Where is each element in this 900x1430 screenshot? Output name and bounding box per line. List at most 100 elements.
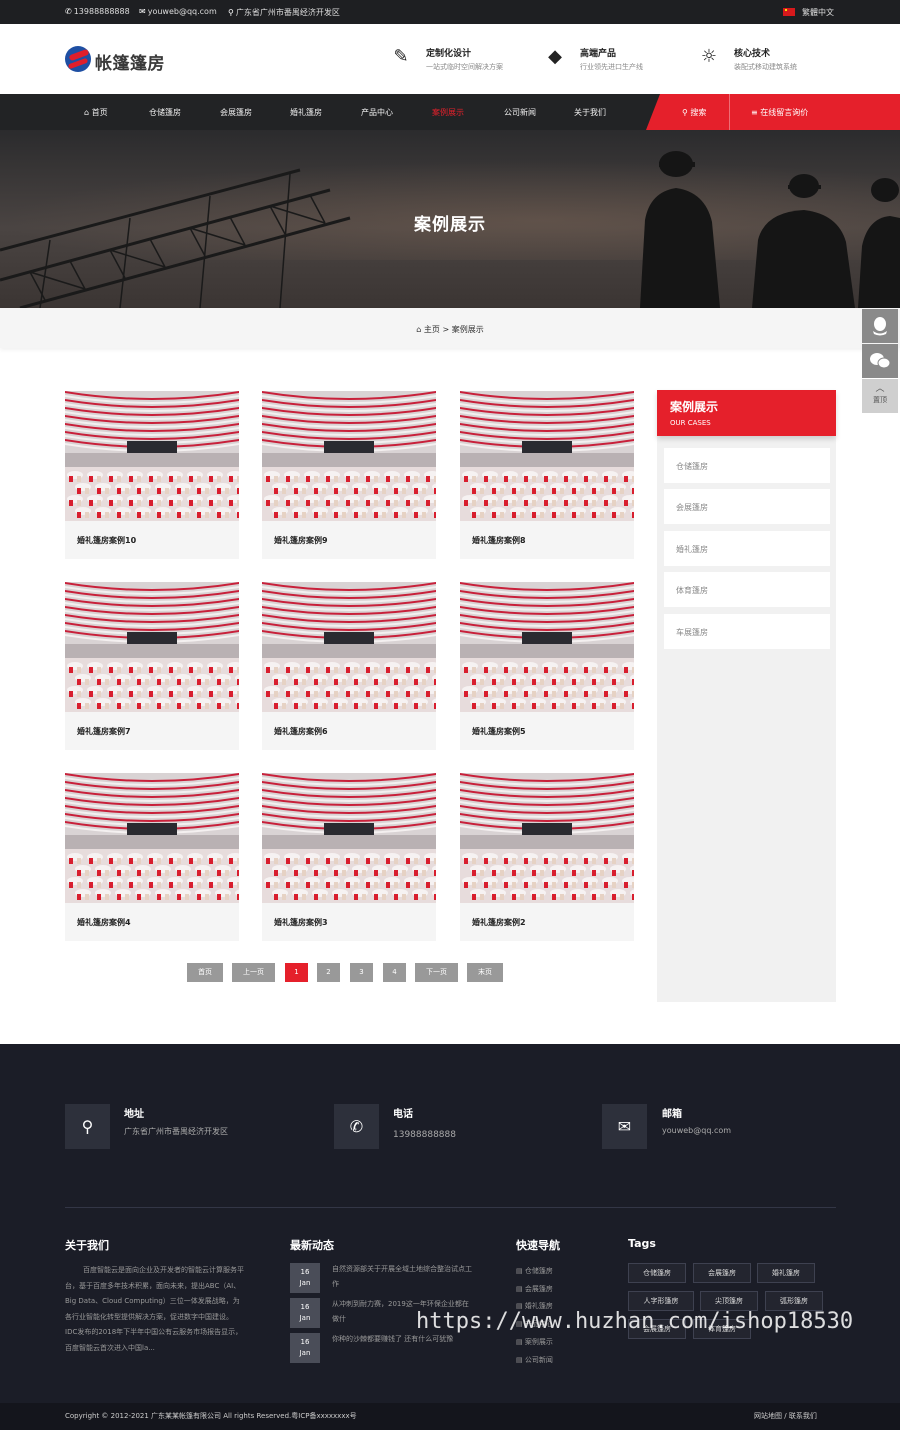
nav-item-wedding[interactable]: 婚礼篷房 xyxy=(290,107,322,118)
nav-item-exhibition[interactable]: 会展篷房 xyxy=(220,107,252,118)
nav-item-warehouse[interactable]: 仓储篷房 xyxy=(149,107,181,118)
diamond-icon: ◆ xyxy=(548,46,562,67)
logo-text[interactable]: 帐篷篷房 xyxy=(95,49,165,74)
case-image[interactable] xyxy=(262,391,436,521)
lightbulb-icon: ☼ xyxy=(700,46,718,67)
footer-phone-title: 电话 xyxy=(393,1109,413,1120)
home-icon: ⌂ xyxy=(84,108,92,117)
case-title[interactable]: 婚礼篷房案例6 xyxy=(274,726,328,737)
case-image[interactable] xyxy=(460,773,634,903)
topbar-address: ⚲ 广东省广州市番禺经济开发区 xyxy=(228,8,340,17)
search-button[interactable]: ⚲ 搜索 xyxy=(682,107,706,118)
case-card[interactable]: 婚礼篷房案例4 xyxy=(65,773,239,941)
quick-nav-item[interactable]: ▤ 案例展示 xyxy=(516,1337,553,1347)
breadcrumb-home[interactable]: 主页 xyxy=(424,325,440,334)
case-title[interactable]: 婚礼篷房案例4 xyxy=(77,917,131,928)
case-image[interactable] xyxy=(460,582,634,712)
pager-page-3[interactable]: 3 xyxy=(350,963,373,982)
home-icon: ⌂ xyxy=(416,325,424,334)
case-photo xyxy=(460,391,634,521)
case-photo xyxy=(65,773,239,903)
pager-first[interactable]: 首页 xyxy=(187,963,223,982)
news-link[interactable]: 自然资源部关于开展全域土地综合整治试点工作 xyxy=(332,1262,472,1292)
footer-divider xyxy=(65,1207,836,1208)
pager-last[interactable]: 末页 xyxy=(467,963,503,982)
sidebar-item-warehouse[interactable]: 仓储篷房 xyxy=(664,448,830,483)
case-card[interactable]: 婚礼篷房案例10 xyxy=(65,391,239,559)
wechat-float-button[interactable] xyxy=(862,344,898,378)
case-card[interactable]: 婚礼篷房案例5 xyxy=(460,582,634,750)
case-title[interactable]: 婚礼篷房案例2 xyxy=(472,917,526,928)
footer-about-text: 百度智能云是面向企业及开发者的智能云计算服务平台，基于百度多年技术积累，面向未来… xyxy=(65,1266,244,1352)
case-card[interactable]: 婚礼篷房案例3 xyxy=(262,773,436,941)
quick-nav-item[interactable]: ▤ 会展篷房 xyxy=(516,1284,553,1294)
contact-link[interactable]: 联系我们 xyxy=(789,1412,817,1420)
news-date: 16 Jan xyxy=(290,1298,320,1328)
nav-item-products[interactable]: 产品中心 xyxy=(361,107,393,118)
case-title[interactable]: 婚礼篷房案例7 xyxy=(77,726,131,737)
sidebar-item-exhibition[interactable]: 会展篷房 xyxy=(664,489,830,524)
case-image[interactable] xyxy=(262,582,436,712)
tag-link[interactable]: 尖顶篷房 xyxy=(700,1291,758,1311)
map-marker-icon: ⚲ xyxy=(65,1104,110,1149)
nav-item-cases[interactable]: 案例展示 xyxy=(432,107,464,118)
footer-email-title: 邮箱 xyxy=(662,1109,682,1120)
sidebar-item-wedding[interactable]: 婚礼篷房 xyxy=(664,531,830,566)
top-bar: ✆ 13988888888 ✉ youweb@qq.com ⚲ 广东省广州市番禺经济开… xyxy=(0,0,900,24)
case-title[interactable]: 婚礼篷房案例10 xyxy=(77,535,136,546)
sidebar-item-sports[interactable]: 体育篷房 xyxy=(664,572,830,607)
case-title[interactable]: 婚礼篷房案例5 xyxy=(472,726,526,737)
pager-prev[interactable]: 上一页 xyxy=(232,963,275,982)
phone-icon: ✆ xyxy=(65,7,72,16)
tag-link[interactable]: 仓储篷房 xyxy=(628,1263,686,1283)
pager-page-4[interactable]: 4 xyxy=(383,963,406,982)
back-to-top-button[interactable]: ︿ 置顶 xyxy=(862,379,898,413)
nav-divider xyxy=(729,94,730,130)
file-icon: ▤ xyxy=(516,1267,525,1275)
sitemap-link[interactable]: 网站地图 xyxy=(754,1412,782,1420)
case-photo xyxy=(460,582,634,712)
tag-link[interactable]: 人字形篷房 xyxy=(628,1291,694,1311)
pager-next[interactable]: 下一页 xyxy=(415,963,458,982)
case-title[interactable]: 婚礼篷房案例8 xyxy=(472,535,526,546)
tag-link[interactable]: 会展篷房 xyxy=(693,1263,751,1283)
wechat-icon xyxy=(870,353,891,369)
logo-icon[interactable] xyxy=(65,46,91,72)
qq-float-button[interactable] xyxy=(862,309,898,343)
pager-page-1[interactable]: 1 xyxy=(285,963,308,982)
file-icon: ▤ xyxy=(516,1285,525,1293)
envelope-icon: ✉ xyxy=(602,1104,647,1149)
nav-item-home[interactable]: ⌂ 首页 xyxy=(84,107,108,118)
quick-nav-item[interactable]: ▤ 仓储篷房 xyxy=(516,1266,553,1276)
nav-item-news[interactable]: 公司新闻 xyxy=(504,107,536,118)
case-image[interactable] xyxy=(65,582,239,712)
case-image[interactable] xyxy=(65,773,239,903)
breadcrumb-current: 案例展示 xyxy=(451,325,484,334)
pager-page-2[interactable]: 2 xyxy=(317,963,340,982)
nav-item-about[interactable]: 关于我们 xyxy=(574,107,606,118)
sidebar-subtitle: OUR CASES xyxy=(670,419,711,427)
tag-link[interactable]: 婚礼篷房 xyxy=(757,1263,815,1283)
case-card[interactable]: 婚礼篷房案例6 xyxy=(262,582,436,750)
footer-address-value: 广东省广州市番禺经济开发区 xyxy=(124,1127,228,1136)
sidebar-item-auto-show[interactable]: 车展篷房 xyxy=(664,614,830,649)
case-card[interactable]: 婚礼篷房案例2 xyxy=(460,773,634,941)
topbar-email: ✉ youweb@qq.com xyxy=(139,7,217,16)
quick-nav-item[interactable]: ▤ 公司新闻 xyxy=(516,1355,553,1365)
case-image[interactable] xyxy=(262,773,436,903)
news-link[interactable]: 你种的沙棘都要赚钱了 还有什么可犹豫 xyxy=(332,1332,472,1347)
case-image[interactable] xyxy=(460,391,634,521)
case-card[interactable]: 婚礼篷房案例9 xyxy=(262,391,436,559)
language-link[interactable]: 繁體中文 xyxy=(802,7,834,18)
case-image[interactable] xyxy=(65,391,239,521)
breadcrumb: ⌂ 主页 > 案例展示 xyxy=(416,325,484,334)
case-title[interactable]: 婚礼篷房案例3 xyxy=(274,917,328,928)
tag-link[interactable]: 弧形篷房 xyxy=(765,1291,823,1311)
case-title[interactable]: 婚礼篷房案例9 xyxy=(274,535,328,546)
case-card[interactable]: 婚礼篷房案例8 xyxy=(460,391,634,559)
inquiry-button[interactable]: ≡ 在线留言询价 xyxy=(751,107,808,118)
case-card[interactable]: 婚礼篷房案例7 xyxy=(65,582,239,750)
case-photo xyxy=(65,582,239,712)
sidebar-title: 案例展示 xyxy=(670,400,719,414)
case-photo xyxy=(262,391,436,521)
